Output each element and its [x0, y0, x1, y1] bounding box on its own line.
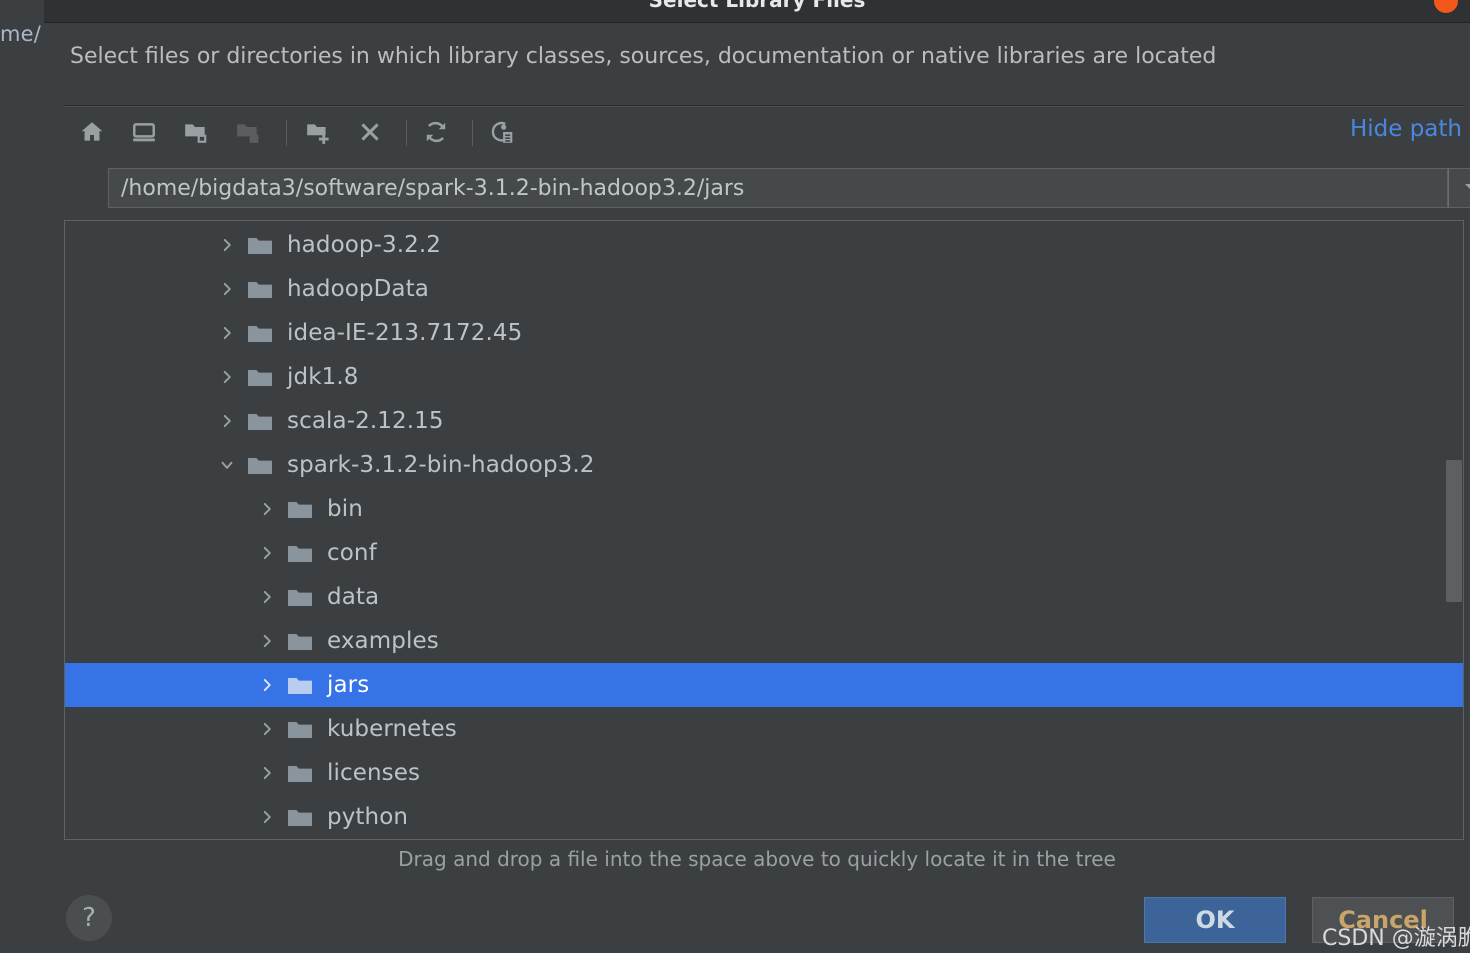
ok-button[interactable]: OK: [1144, 897, 1286, 943]
file-chooser-toolbar: Hide path: [64, 108, 1464, 156]
path-input[interactable]: /home/bigdata3/software/spark-3.1.2-bin-…: [108, 168, 1448, 208]
tree-node-label: conf: [327, 540, 377, 566]
csdn-watermark: CSDN @漩涡脆波波: [1322, 926, 1470, 951]
help-button[interactable]: ?: [66, 895, 112, 941]
background-window: me/: [0, 0, 45, 953]
tree-node-label: data: [327, 584, 380, 610]
tree-scrollbar[interactable]: [1446, 222, 1462, 839]
tree-node-label: licenses: [327, 760, 421, 786]
tree-row[interactable]: licenses: [65, 751, 1463, 795]
folder-icon: [287, 497, 317, 521]
delete-button[interactable]: [352, 114, 388, 150]
folder-icon: [247, 321, 277, 345]
folder-icon: [287, 629, 317, 653]
chevron-right-icon[interactable]: [215, 277, 239, 301]
home-button[interactable]: [74, 114, 110, 150]
header-divider: [64, 105, 1464, 107]
chevron-right-icon[interactable]: [255, 717, 279, 741]
chevron-right-icon[interactable]: [215, 321, 239, 345]
screen: me/ Select Library Files Select files or…: [0, 0, 1470, 953]
tree-row[interactable]: python: [65, 795, 1463, 839]
folder-icon: [287, 673, 317, 697]
folder-icon: [247, 233, 277, 257]
dialog-description: Select files or directories in which lib…: [70, 44, 1217, 69]
toolbar-divider-2: [406, 120, 407, 146]
folder-icon: [247, 365, 277, 389]
close-x-icon: [357, 119, 383, 145]
folder-icon: [287, 585, 317, 609]
tree-node-label: python: [327, 804, 409, 830]
chevron-right-icon[interactable]: [255, 497, 279, 521]
chevron-right-icon[interactable]: [255, 629, 279, 653]
tree-row[interactable]: data: [65, 575, 1463, 619]
chevron-down-icon: [1465, 183, 1470, 193]
folder-icon: [247, 409, 277, 433]
select-library-files-dialog: Select Library Files Select files or dir…: [44, 0, 1470, 953]
tree-node-label: hadoopData: [287, 276, 429, 302]
desktop-icon: [131, 119, 157, 145]
tree-node-label: jdk1.8: [287, 364, 359, 390]
tree-node-label: kubernetes: [327, 716, 457, 742]
folder-icon: [247, 277, 277, 301]
chevron-right-icon[interactable]: [255, 541, 279, 565]
tree-row[interactable]: hadoop-3.2.2: [65, 223, 1463, 267]
tree-node-label: hadoop-3.2.2: [287, 232, 442, 258]
tree-row[interactable]: hadoopData: [65, 267, 1463, 311]
tree-row[interactable]: jars: [65, 663, 1463, 707]
folder-icon: [287, 805, 317, 829]
tree-row[interactable]: jdk1.8: [65, 355, 1463, 399]
toolbar-divider-1: [286, 120, 287, 146]
folder-icon: [287, 541, 317, 565]
file-tree: hadoop-3.2.2 hadoopData idea-IE-213.7172.4…: [65, 221, 1463, 839]
chevron-right-icon[interactable]: [255, 805, 279, 829]
path-row: /home/bigdata3/software/spark-3.1.2-bin-…: [108, 168, 1470, 210]
tree-row[interactable]: idea-IE-213.7172.45: [65, 311, 1463, 355]
toolbar-divider-3: [472, 120, 473, 146]
path-dropdown-button[interactable]: [1448, 168, 1470, 208]
collapse-all-button: [230, 114, 266, 150]
chevron-right-icon[interactable]: [255, 673, 279, 697]
dialog-titlebar: Select Library Files: [44, 0, 1470, 23]
chevron-right-icon[interactable]: [255, 585, 279, 609]
show-hidden-files-button[interactable]: [484, 114, 520, 150]
path-input-value: /home/bigdata3/software/spark-3.1.2-bin-…: [121, 175, 745, 201]
tree-node-label: idea-IE-213.7172.45: [287, 320, 523, 346]
refresh-icon: [423, 119, 449, 145]
show-hidden-files-icon: [489, 119, 515, 145]
background-window-text: me/: [0, 22, 42, 46]
folder-collapse-icon: [235, 119, 261, 145]
tree-row[interactable]: kubernetes: [65, 707, 1463, 751]
folder-icon: [287, 717, 317, 741]
dialog-title: Select Library Files: [648, 0, 866, 12]
tree-row[interactable]: examples: [65, 619, 1463, 663]
chevron-right-icon[interactable]: [255, 761, 279, 785]
tree-scrollbar-thumb[interactable]: [1446, 460, 1462, 602]
tree-node-label: spark-3.1.2-bin-hadoop3.2: [287, 452, 595, 478]
home-icon: [79, 119, 105, 145]
tree-node-label: jars: [327, 672, 370, 698]
file-tree-panel[interactable]: hadoop-3.2.2 hadoopData idea-IE-213.7172.4…: [64, 220, 1464, 840]
chevron-right-icon[interactable]: [215, 233, 239, 257]
tree-node-label: examples: [327, 628, 439, 654]
chevron-down-icon[interactable]: [215, 453, 239, 477]
desktop-button[interactable]: [126, 114, 162, 150]
tree-row[interactable]: spark-3.1.2-bin-hadoop3.2: [65, 443, 1463, 487]
tree-row[interactable]: conf: [65, 531, 1463, 575]
tree-row[interactable]: bin: [65, 487, 1463, 531]
folder-icon: [247, 453, 277, 477]
tree-node-label: scala-2.12.15: [287, 408, 444, 434]
chevron-right-icon[interactable]: [215, 365, 239, 389]
tree-node-label: bin: [327, 496, 363, 522]
folder-icon: [287, 761, 317, 785]
new-folder-button[interactable]: [300, 114, 336, 150]
expand-all-button[interactable]: [178, 114, 214, 150]
tree-row[interactable]: scala-2.12.15: [65, 399, 1463, 443]
folder-expand-icon: [183, 119, 209, 145]
drag-drop-hint: Drag and drop a file into the space abov…: [398, 847, 1116, 871]
chevron-right-icon[interactable]: [215, 409, 239, 433]
folder-add-icon: [305, 119, 331, 145]
refresh-button[interactable]: [418, 114, 454, 150]
hide-path-link[interactable]: Hide path: [1350, 116, 1462, 142]
